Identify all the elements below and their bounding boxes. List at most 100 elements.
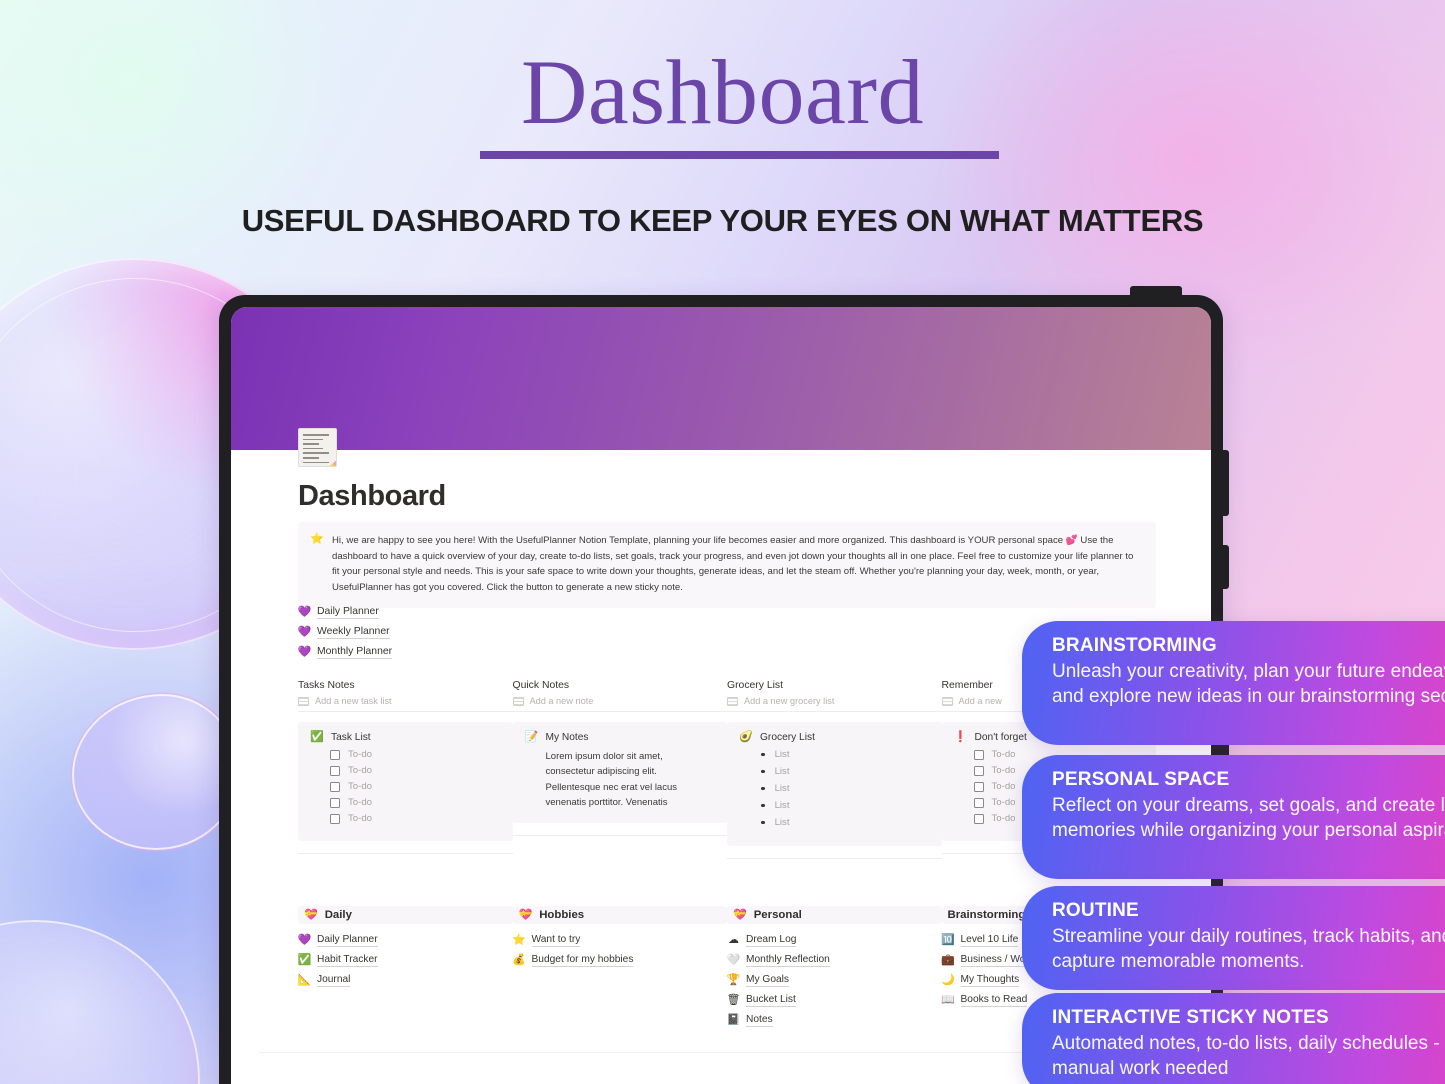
bullet-item[interactable]: List (761, 766, 930, 777)
todo-label: To-do (348, 749, 372, 760)
checkbox[interactable] (973, 781, 984, 792)
card-title: Don't forget (974, 732, 1027, 743)
section-link-dream-log[interactable]: ☁ Dream Log (727, 930, 942, 950)
bucket-icon: 🗑 (726, 993, 741, 1006)
section-link-daily-planner[interactable]: 💜 Daily Planner (298, 930, 513, 950)
section-link-label: Books to Read (960, 993, 1028, 1007)
heart-gift-icon: 💝 (304, 908, 318, 921)
checkbox[interactable] (330, 765, 340, 776)
section-link-bucket-list[interactable]: 🗑 Bucket List (727, 990, 942, 1010)
todo-item[interactable]: To-do (330, 765, 501, 776)
tablet-side-button-volume-up[interactable] (1219, 450, 1229, 516)
todo-label: To-do (991, 813, 1016, 824)
checkbox[interactable] (330, 797, 340, 808)
section-link-label: Dream Log (746, 933, 797, 947)
feature-title: BRAINSTORMING (1052, 635, 1217, 656)
todo-label: To-do (348, 813, 372, 824)
todo-label: To-do (991, 781, 1016, 792)
exclamation-mark-icon: ❗ (953, 731, 968, 743)
bullet-item[interactable]: List (761, 783, 930, 794)
bullet-label: List (774, 817, 790, 828)
new-page-icon (298, 696, 309, 706)
bullet-item[interactable]: List (761, 817, 930, 828)
section-link-label: Notes (746, 1013, 773, 1027)
my-notes-card[interactable]: 📝 My Notes Lorem ipsum dolor sit amet, c… (512, 722, 727, 823)
todo-item[interactable]: To-do (330, 813, 501, 824)
money-bag-icon: 💰 (512, 953, 526, 966)
card-title-row: ✅ Task List (310, 731, 501, 744)
bullet-item[interactable]: List (761, 800, 930, 811)
triangle-ruler-icon: 📐 (297, 973, 312, 986)
section-daily: 💝 Daily 💜 Daily Planner ✅ Habit Tracker 📐 J… (298, 906, 513, 1030)
todo-label: To-do (991, 797, 1016, 808)
add-label: Add a new (958, 696, 1002, 706)
add-new-grocery-list-button[interactable]: Add a new grocery list (727, 696, 942, 712)
divider (727, 858, 942, 859)
new-page-icon (512, 696, 524, 706)
planner-link-daily[interactable]: 💜 Daily Planner (298, 602, 392, 622)
todo-label: To-do (991, 749, 1016, 760)
planner-link-weekly[interactable]: 💜 Weekly Planner (298, 622, 392, 642)
purple-heart-icon: 💜 (297, 933, 312, 946)
section-link-monthly-reflection[interactable]: 🤍 Monthly Reflection (727, 950, 942, 970)
add-label: Add a new note (529, 696, 594, 706)
add-label: Add a new task list (315, 696, 392, 706)
section-link-notes[interactable]: 📓 Notes (727, 1010, 942, 1030)
checkbox[interactable] (973, 813, 984, 824)
task-list-card[interactable]: ✅ Task List To-do To-do To-do To-do To-d… (298, 722, 513, 841)
card-title-row: 📝 My Notes (525, 732, 716, 744)
briefcase-icon: 💼 (941, 953, 955, 966)
section-link-want-to-try[interactable]: ⭐ Want to try (512, 930, 728, 950)
planner-link-monthly[interactable]: 💜 Monthly Planner (298, 642, 393, 662)
bullet-label: List (774, 766, 790, 777)
feature-card-routine: ROUTINE Streamline your daily routines, … (1022, 886, 1445, 991)
crescent-moon-icon: 🌙 (941, 973, 955, 986)
section-link-label: Budget for my hobbies (531, 953, 634, 967)
bullet-item[interactable]: List (761, 749, 930, 760)
section-link-label: Journal (317, 973, 351, 987)
add-new-task-list-button[interactable]: Add a new task list (298, 696, 513, 712)
section-link-label: Bucket List (746, 993, 796, 1007)
section-link-habit-tracker[interactable]: ✅ Habit Tracker (298, 950, 513, 970)
todo-item[interactable]: To-do (330, 797, 501, 808)
notebook-icon: 📓 (726, 1013, 741, 1026)
section-header: 💝 Hobbies (512, 906, 727, 924)
todo-label: To-do (991, 765, 1016, 776)
todo-label: To-do (348, 765, 372, 776)
card-title: Grocery List (760, 732, 815, 743)
bullet-dot-icon (761, 752, 765, 757)
section-link-label: Want to try (531, 933, 581, 947)
page-title-underline (480, 151, 999, 159)
section-link-budget[interactable]: 💰 Budget for my hobbies (512, 950, 728, 970)
checkbox[interactable] (330, 813, 340, 824)
checkbox[interactable] (330, 749, 340, 760)
section-title: Personal (753, 909, 802, 921)
section-title: Daily (324, 909, 352, 921)
check-mark-icon: ✅ (310, 731, 324, 743)
feature-description: Unleash your creativity, plan your futur… (1052, 661, 1445, 708)
section-link-my-goals[interactable]: 🏆 My Goals (727, 970, 942, 990)
purple-heart-icon: 💜 (297, 625, 312, 638)
new-page-icon (727, 696, 738, 706)
todo-item[interactable]: To-do (330, 781, 501, 792)
bullet-dot-icon (761, 820, 765, 825)
card-title: My Notes (545, 732, 589, 743)
new-page-icon (941, 696, 953, 706)
planner-link-label: Daily Planner (317, 605, 379, 619)
checkbox[interactable] (973, 765, 984, 776)
tablet-top-button[interactable] (1130, 286, 1182, 298)
add-new-note-button[interactable]: Add a new note (512, 696, 727, 712)
column-grocery-list: Grocery List Add a new grocery list 🥑 Gr… (727, 680, 942, 859)
checkbox[interactable] (973, 797, 984, 808)
tablet-side-button-volume-down[interactable] (1219, 545, 1229, 589)
checkbox[interactable] (973, 749, 984, 760)
section-link-journal[interactable]: 📐 Journal (298, 970, 513, 990)
todo-item[interactable]: To-do (330, 749, 501, 760)
heart-gift-icon: 💝 (518, 908, 533, 921)
checkbox[interactable] (330, 781, 340, 792)
grocery-list-card[interactable]: 🥑 Grocery List List List List List List (727, 722, 942, 846)
bullet-dot-icon (761, 769, 765, 774)
keycap-ten-icon: 🔟 (941, 933, 955, 946)
column-tasks-notes: Tasks Notes Add a new task list ✅ Task L… (298, 680, 513, 859)
feature-card-interactive-sticky-notes: INTERACTIVE STICKY NOTES Automated notes… (1022, 993, 1445, 1084)
